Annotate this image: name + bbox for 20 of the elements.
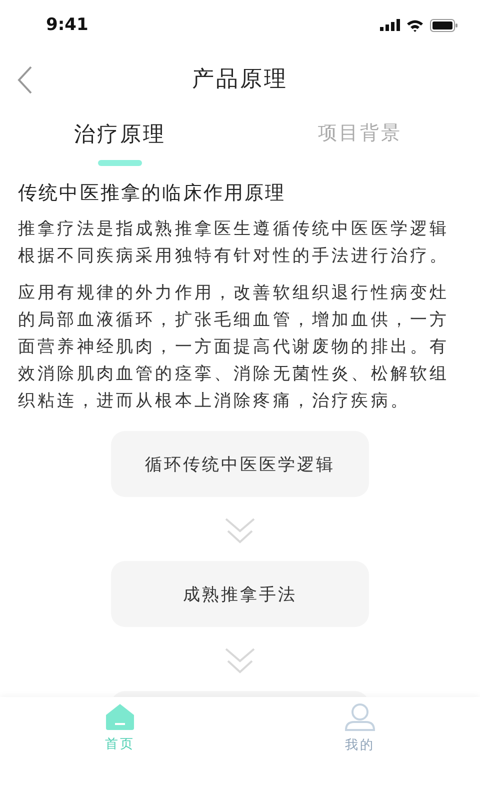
- double-chevron-icon: [224, 517, 256, 545]
- section-heading: 传统中医推拿的临床作用原理: [18, 181, 287, 206]
- battery-icon: [430, 18, 458, 32]
- status-time: 9:41: [46, 15, 88, 35]
- page-title: 产品原理: [192, 66, 288, 94]
- flow-step-card: 循环传统中医医学逻辑: [111, 431, 369, 497]
- tab-indicator: [98, 160, 142, 166]
- body-paragraph: 推拿疗法是指成熟推拿医生遵循传统中医医学逻辑根据不同疾病采用独特有针对性的手法进行治疗。: [18, 218, 450, 268]
- home-icon: [105, 703, 135, 731]
- tab-bar-label[interactable]: 我的: [345, 736, 375, 754]
- tab[interactable]: 项目背景: [318, 120, 402, 146]
- tab-bar-label[interactable]: 首页: [105, 735, 135, 753]
- tab[interactable]: 治疗原理: [74, 120, 166, 148]
- signal-icon: [380, 19, 400, 31]
- back-icon[interactable]: [16, 66, 34, 94]
- double-chevron-icon: [224, 647, 256, 675]
- body-paragraph: 应用有规律的外力作用，改善软组织退行性病变灶的局部血液循环，扩张毛细血管，增加血供，一方面营养神经肌肉，一方面提高代谢废物的排出。有效消除肌肉血管的痉挛、消除无菌性炎、松解软组织粘连，进而从根本上消除疼痛，治疗疾病。: [18, 282, 450, 413]
- user-icon: [344, 703, 376, 732]
- flow-step-card: 成熟推拿手法: [111, 561, 369, 627]
- wifi-icon: [406, 18, 424, 32]
